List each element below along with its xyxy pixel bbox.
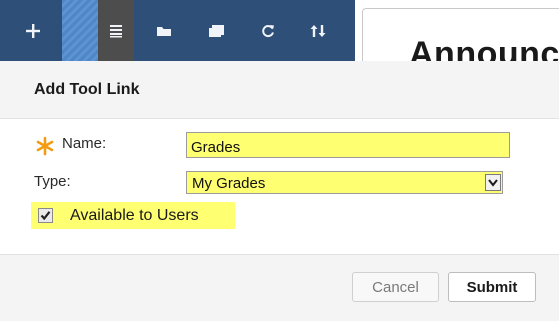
sort-arrows-icon xyxy=(310,24,326,37)
dialog-header: Add Tool Link xyxy=(0,61,559,119)
list-view-button[interactable] xyxy=(98,0,134,61)
chevron-down-icon xyxy=(488,179,498,187)
name-input[interactable]: Grades xyxy=(186,132,510,158)
folder-icon xyxy=(157,26,171,36)
cancel-button[interactable]: Cancel xyxy=(352,272,439,302)
folder-view-button[interactable] xyxy=(146,0,182,61)
type-select[interactable]: My Grades xyxy=(186,171,503,194)
dialog-title: Add Tool Link xyxy=(34,81,140,98)
window-view-button[interactable] xyxy=(199,0,235,61)
submit-button[interactable]: Submit xyxy=(448,272,536,302)
window-icon xyxy=(209,24,224,37)
course-menu-toolbar xyxy=(0,0,355,61)
list-icon xyxy=(110,24,122,37)
add-menu-item-button[interactable] xyxy=(15,0,51,61)
refresh-button[interactable] xyxy=(250,0,286,61)
checkmark-icon xyxy=(40,211,51,221)
refresh-icon xyxy=(262,24,274,37)
reorder-button[interactable] xyxy=(300,0,336,61)
available-label: Available to Users xyxy=(70,207,199,224)
required-asterisk-icon xyxy=(36,136,54,156)
type-label: Type: xyxy=(34,173,71,190)
dialog-footer: Cancel Submit xyxy=(0,254,559,321)
add-tool-link-dialog: Add Tool Link Name: Grades Type: My Grad… xyxy=(0,61,559,321)
dropdown-arrow-button[interactable] xyxy=(485,174,501,191)
name-label: Name: xyxy=(62,135,107,152)
striped-handle[interactable] xyxy=(62,0,98,61)
available-checkbox[interactable] xyxy=(38,208,53,223)
plus-icon xyxy=(26,23,40,38)
type-selected-value: My Grades xyxy=(192,175,266,192)
